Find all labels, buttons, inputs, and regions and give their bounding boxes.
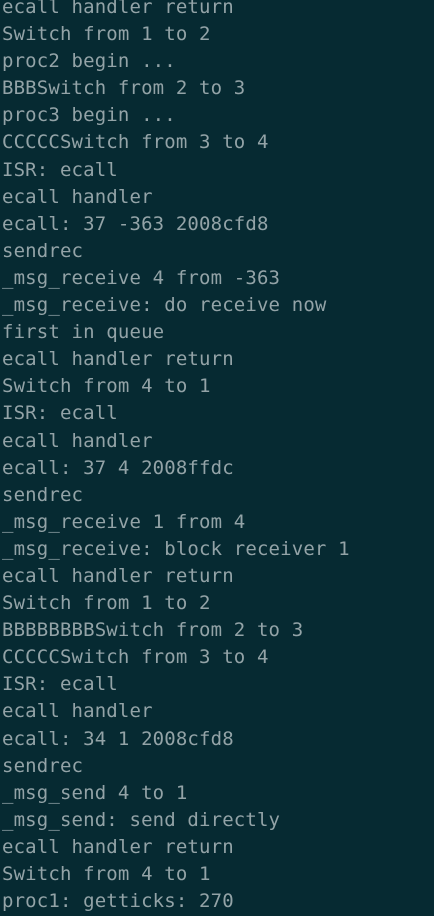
terminal-line: ecall handler return <box>2 0 234 18</box>
terminal-line: BBBSwitch from 2 to 3 <box>2 77 246 100</box>
terminal-line: ecall handler return <box>2 835 234 858</box>
terminal-line: _msg_send: send directly <box>2 808 281 831</box>
terminal-line: Switch from 4 to 1 <box>2 375 211 398</box>
terminal-line: ISR: ecall <box>2 402 118 425</box>
terminal-line: ecall handler <box>2 700 153 723</box>
terminal-output[interactable]: ecall handler return Switch from 1 to 2 … <box>0 0 434 916</box>
terminal-line: Switch from 1 to 2 <box>2 592 211 615</box>
terminal-line: proc2 begin ... <box>2 50 176 73</box>
terminal-line: BBBBBBBBSwitch from 2 to 3 <box>2 619 304 642</box>
terminal-line: sendrec <box>2 754 84 777</box>
terminal-line: ecall: 37 -363 2008cfd8 <box>2 212 269 235</box>
terminal-line: sendrec <box>2 239 84 262</box>
terminal-line: ecall: 37 4 2008ffdc <box>2 456 234 479</box>
terminal-line: sendrec <box>2 483 84 506</box>
terminal-line: _msg_receive: do receive now <box>2 294 327 317</box>
terminal-line: ISR: ecall <box>2 158 118 181</box>
terminal-line: _msg_receive 4 from -363 <box>2 266 281 289</box>
terminal-line: ecall handler return <box>2 348 234 371</box>
terminal-line: proc3 begin ... <box>2 104 176 127</box>
terminal-line: ISR: ecall <box>2 673 118 696</box>
terminal-line: CCCCCSwitch from 3 to 4 <box>2 131 269 154</box>
terminal-line: _msg_send 4 to 1 <box>2 781 188 804</box>
terminal-line: ecall handler <box>2 429 153 452</box>
terminal-line: proc1: getticks: 270 <box>2 890 234 913</box>
terminal-line: _msg_receive: block receiver 1 <box>2 537 350 560</box>
terminal-lines: ecall handler return Switch from 1 to 2 … <box>2 0 350 915</box>
terminal-line: CCCCCSwitch from 3 to 4 <box>2 646 269 669</box>
terminal-line: _msg_receive 1 from 4 <box>2 510 246 533</box>
terminal-line: first in queue <box>2 321 165 344</box>
terminal-line: Switch from 4 to 1 <box>2 863 211 885</box>
terminal-line: Switch from 1 to 2 <box>2 23 211 46</box>
terminal-line: ecall handler <box>2 185 153 208</box>
terminal-line: ecall: 34 1 2008cfd8 <box>2 727 234 750</box>
terminal-line: ecall handler return <box>2 564 234 587</box>
